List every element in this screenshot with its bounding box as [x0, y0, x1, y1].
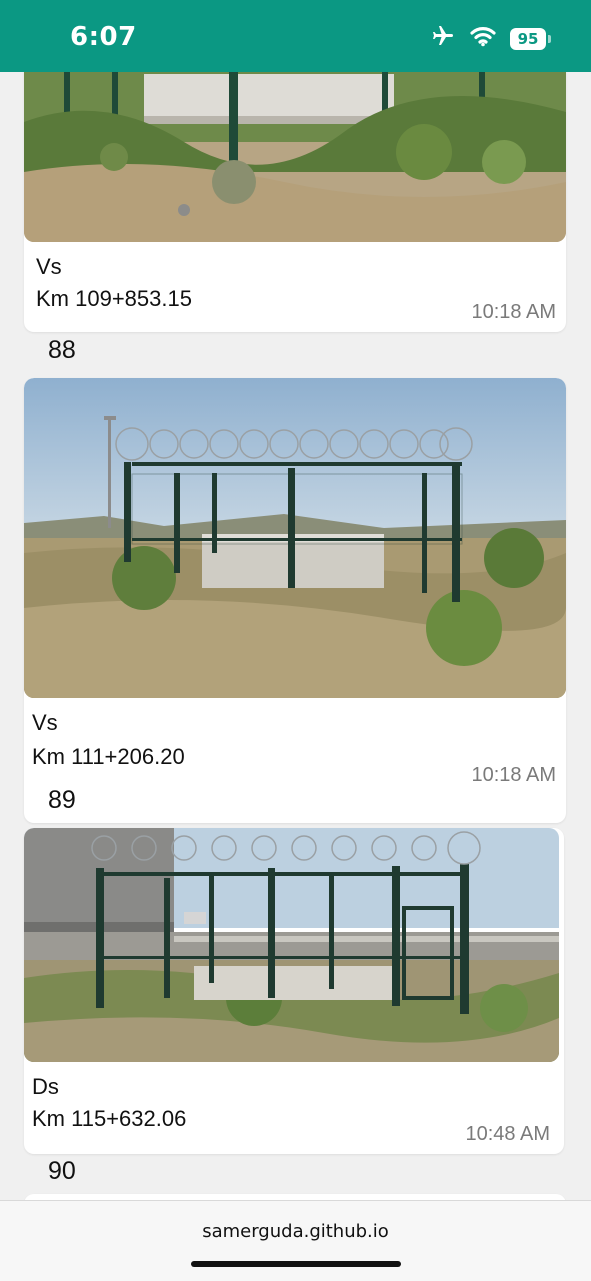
site-photo[interactable] — [24, 828, 559, 1062]
marker-type: Vs — [36, 254, 62, 279]
site-photo[interactable] — [24, 378, 566, 698]
marker-type: Vs — [32, 710, 58, 735]
entry-number: 90 — [48, 1157, 76, 1185]
survey-card[interactable]: Vs Km 111+206.20 10:18 AM — [24, 378, 566, 823]
battery-cap — [548, 34, 551, 43]
airplane-icon — [430, 24, 456, 53]
battery-icon: 95 — [510, 27, 546, 50]
status-icons: 95 — [430, 24, 551, 53]
km-location: Km 109+853.15 — [36, 286, 192, 311]
survey-card[interactable]: Vs Km 109+853.15 10:18 AM — [24, 72, 566, 332]
status-time: 6:07 — [70, 22, 137, 52]
status-bar: 6:07 95 — [0, 0, 591, 72]
marker-type: Ds — [32, 1074, 59, 1099]
survey-card[interactable]: Ds Km 115+632.06 10:48 AM — [24, 828, 564, 1154]
entry-number: 89 — [48, 786, 76, 814]
timestamp: 10:18 AM — [471, 301, 556, 323]
site-photo[interactable] — [24, 72, 566, 242]
browser-url-bar[interactable]: samerguda.github.io — [0, 1200, 591, 1281]
timestamp: 10:18 AM — [471, 764, 556, 786]
wifi-icon — [470, 25, 496, 52]
photo-feed[interactable]: Vs Km 109+853.15 10:18 AM 88 Vs Km 111+2… — [0, 72, 591, 1200]
home-indicator[interactable] — [191, 1261, 401, 1267]
km-location: Km 115+632.06 — [32, 1106, 187, 1131]
url-text[interactable]: samerguda.github.io — [0, 1221, 591, 1242]
entry-number: 88 — [48, 336, 76, 364]
timestamp: 10:48 AM — [465, 1123, 550, 1145]
km-location: Km 111+206.20 — [32, 744, 185, 769]
